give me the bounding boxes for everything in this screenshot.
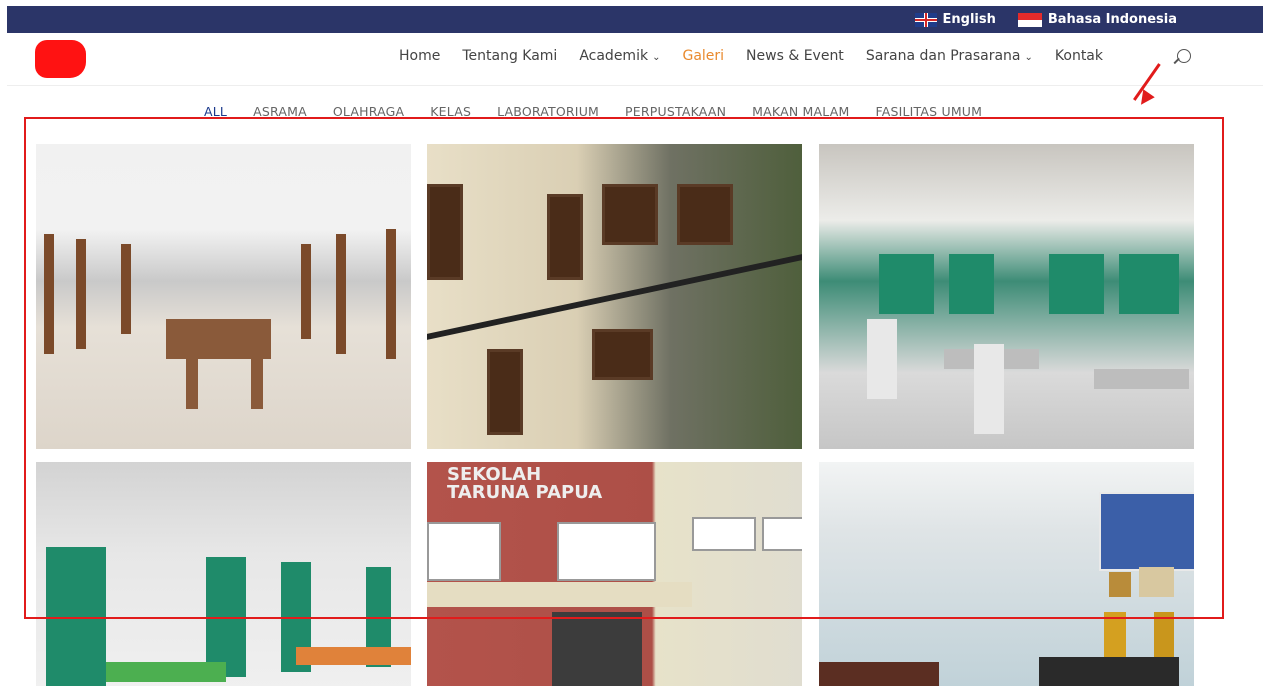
bed-frame-shape — [296, 647, 411, 665]
bunk-bed-shape — [301, 244, 311, 339]
language-english-button[interactable]: English — [914, 12, 996, 27]
gallery-photo-classroom[interactable] — [819, 144, 1194, 449]
door-shape — [427, 184, 463, 280]
window-shape — [427, 522, 501, 581]
main-navigation: Home Tentang Kami Academik ⌄ Galeri News … — [399, 48, 1103, 64]
window-shape — [592, 329, 653, 380]
filter-makan-malam[interactable]: MAKAN MALAM — [752, 104, 849, 119]
trophy-shape — [1154, 612, 1174, 657]
curtain-shape — [46, 547, 106, 686]
nav-academik-label: Academik — [579, 48, 649, 64]
bunk-bed-shape — [386, 229, 396, 359]
frame-shape — [1109, 572, 1131, 597]
nav-sarana-prasarana[interactable]: Sarana dan Prasarana ⌄ — [866, 48, 1033, 64]
desk-shape — [1039, 657, 1179, 686]
entrance-gate-shape — [552, 612, 642, 686]
filter-asrama[interactable]: ASRAMA — [253, 104, 307, 119]
table-leg-shape — [186, 359, 198, 409]
building-ledge-shape — [427, 582, 692, 607]
filter-perpustakaan[interactable]: PERPUSTAKAAN — [625, 104, 726, 119]
window-shape — [557, 522, 656, 581]
curtain-shape — [206, 557, 246, 677]
balcony-rail-shape — [427, 254, 802, 340]
bunk-bed-shape — [44, 234, 54, 354]
frame-shape — [1139, 567, 1174, 597]
top-language-bar: English Bahasa Indonesia — [7, 6, 1263, 33]
nav-home[interactable]: Home — [399, 48, 440, 64]
door-shape — [547, 194, 583, 280]
nav-news-event[interactable]: News & Event — [746, 48, 844, 64]
gallery-photo-school-building[interactable]: SEKOLAH TARUNA PAPUA — [427, 462, 802, 686]
curtain-shape — [879, 254, 934, 314]
dining-table-shape — [166, 319, 271, 359]
curtain-shape — [949, 254, 994, 314]
door-shape — [487, 349, 523, 435]
search-icon[interactable] — [1177, 49, 1191, 63]
nav-galeri[interactable]: Galeri — [682, 48, 724, 64]
nav-tentang-kami[interactable]: Tentang Kami — [462, 48, 557, 64]
window-shape — [762, 517, 802, 551]
table-leg-shape — [251, 359, 263, 409]
filter-all[interactable]: ALL — [204, 104, 227, 119]
uk-flag-icon — [914, 12, 937, 27]
trophy-shape — [1104, 612, 1126, 657]
filter-laboratorium[interactable]: LABORATORIUM — [497, 104, 599, 119]
gallery-grid: SEKOLAH TARUNA PAPUA — [36, 144, 1196, 686]
nav-kontak[interactable]: Kontak — [1055, 48, 1103, 64]
gallery-filter-bar: ALL ASRAMA OLAHRAGA KELAS LABORATORIUM P… — [204, 104, 982, 119]
nav-sarana-label: Sarana dan Prasarana — [865, 48, 1021, 64]
window-shape — [692, 517, 756, 551]
chevron-down-icon: ⌄ — [652, 52, 661, 63]
bunk-bed-shape — [121, 244, 131, 334]
bunk-bed-shape — [76, 239, 86, 349]
browser-frame: English Bahasa Indonesia Home Tentang Ka… — [7, 6, 1263, 686]
window-shape — [677, 184, 733, 245]
language-indonesia-label: Bahasa Indonesia — [1047, 12, 1177, 27]
window-shape — [602, 184, 658, 245]
language-indonesia-button[interactable]: Bahasa Indonesia — [1017, 12, 1177, 27]
filter-olahraga[interactable]: OLAHRAGA — [333, 104, 404, 119]
student-shape — [867, 319, 897, 399]
sofa-shape — [819, 662, 939, 686]
school-sign-line2: TARUNA PAPUA — [447, 482, 603, 503]
indonesia-flag-icon — [1017, 12, 1042, 27]
curtain-shape — [1119, 254, 1179, 314]
notice-board-shape — [1099, 492, 1194, 571]
gallery-photo-building-corridor[interactable] — [427, 144, 802, 449]
filter-fasilitas-umum[interactable]: FASILITAS UMUM — [875, 104, 982, 119]
site-logo[interactable] — [35, 40, 86, 78]
curtain-shape — [1049, 254, 1104, 314]
student-shape — [974, 344, 1004, 434]
gallery-photo-office-room[interactable] — [819, 462, 1194, 686]
site-header: Home Tentang Kami Academik ⌄ Galeri News … — [7, 33, 1263, 86]
bed-frame-shape — [106, 662, 226, 682]
bunk-bed-shape — [336, 234, 346, 354]
chevron-down-icon: ⌄ — [1024, 52, 1033, 63]
desk-shape — [1094, 369, 1189, 389]
filter-kelas[interactable]: KELAS — [430, 104, 471, 119]
gallery-photo-dormitory-beds[interactable] — [36, 462, 411, 686]
school-sign-text: SEKOLAH TARUNA PAPUA — [447, 466, 602, 502]
gallery-photo-dormitory-bunks[interactable] — [36, 144, 411, 449]
language-english-label: English — [942, 12, 996, 27]
nav-academik[interactable]: Academik ⌄ — [579, 48, 660, 64]
